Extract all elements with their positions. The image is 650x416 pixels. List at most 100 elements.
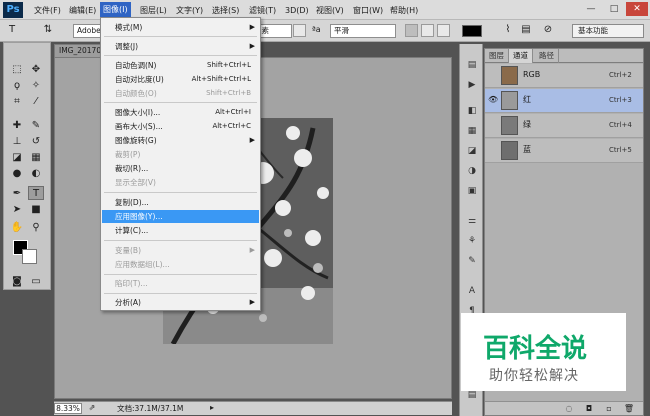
text-orientation-icon[interactable]: ⇅ — [40, 23, 56, 37]
menu-item-analysis[interactable]: 分析(A) ▶ — [102, 296, 259, 309]
marquee-tool-icon[interactable]: ⬚ — [9, 63, 25, 77]
close-button[interactable]: ✕ — [626, 2, 648, 16]
menu-item-calculations[interactable]: 计算(C)... — [102, 224, 259, 237]
new-channel-icon[interactable]: ▫ — [601, 402, 617, 415]
crop-tool-icon[interactable]: ⌗ — [9, 95, 25, 109]
export-icon[interactable]: ⇗ — [84, 402, 100, 414]
dodge-tool-icon[interactable]: ◐ — [28, 167, 44, 181]
zoom-field[interactable]: 8.33% — [54, 403, 82, 414]
eyedropper-tool-icon[interactable]: ⁄ — [28, 95, 44, 109]
menu-item-variables[interactable]: 变量(B) ▶ — [102, 244, 259, 257]
brush-panel-icon[interactable]: ✎ — [464, 254, 480, 268]
menu-edit[interactable]: 编辑(E) — [66, 3, 99, 18]
quick-mask-icon[interactable]: ◙ — [9, 275, 25, 289]
color-panel-icon[interactable]: ◧ — [464, 104, 480, 118]
menu-item-apply-image[interactable]: 应用图像(Y)... — [102, 210, 259, 223]
workspace-select[interactable]: 基本功能 — [572, 24, 644, 38]
type-tool-icon[interactable]: T — [4, 23, 20, 37]
submenu-arrow-icon: ▶ — [249, 23, 255, 31]
channel-row-red[interactable]: 👁 红 Ctrl+3 — [485, 89, 643, 113]
menu-select[interactable]: 选择(S) — [209, 3, 242, 18]
menu-item-reveal-all[interactable]: 显示全部(V) — [102, 176, 259, 189]
clone-stamp-tool-icon[interactable]: ⊥ — [9, 135, 25, 149]
swatches-panel-icon[interactable]: ▦ — [464, 124, 480, 138]
gradient-tool-icon[interactable]: ▦ — [28, 151, 44, 165]
align-left-icon[interactable] — [405, 24, 418, 37]
magic-wand-tool-icon[interactable]: ✧ — [28, 79, 44, 93]
menu-layer[interactable]: 图层(L) — [137, 3, 170, 18]
menu-item-image-rotation[interactable]: 图像旋转(G) ▶ — [102, 134, 259, 147]
hand-tool-icon[interactable]: ✋ — [9, 221, 25, 235]
font-family-select[interactable]: Adobe ... — [73, 24, 103, 38]
menu-3d[interactable]: 3D(D) — [282, 3, 312, 18]
brush-tool-icon[interactable]: ✎ — [28, 119, 44, 133]
blur-tool-icon[interactable]: ● — [9, 167, 25, 181]
menu-window[interactable]: 窗口(W) — [350, 3, 386, 18]
clone-source-panel-icon[interactable]: ⚘ — [464, 234, 480, 248]
zoom-tool-icon[interactable]: ⚲ — [28, 221, 44, 235]
align-center-icon[interactable] — [421, 24, 434, 37]
menu-item-auto-contrast[interactable]: 自动对比度(U) Alt+Shift+Ctrl+L — [102, 73, 259, 86]
antialias-icon: ªa — [312, 25, 321, 34]
menu-type[interactable]: 文字(Y) — [173, 3, 206, 18]
channel-row-green[interactable]: 绿 Ctrl+4 — [485, 114, 643, 138]
menu-item-auto-tone[interactable]: 自动色调(N) Shift+Ctrl+L — [102, 59, 259, 72]
menu-image[interactable]: 图像(I) — [100, 2, 131, 18]
history-brush-tool-icon[interactable]: ↺ — [28, 135, 44, 149]
tab-layers[interactable]: 图层 — [485, 49, 509, 63]
channel-row-blue[interactable]: 蓝 Ctrl+5 — [485, 139, 643, 163]
adjustments-panel-icon[interactable]: ◑ — [464, 164, 480, 178]
menu-help[interactable]: 帮助(H) — [387, 3, 421, 18]
tab-channels[interactable]: 通道 — [509, 49, 533, 63]
menu-item-trap[interactable]: 陷印(T)... — [102, 277, 259, 290]
actions-panel-icon[interactable]: ▶ — [464, 78, 480, 92]
menu-view[interactable]: 视图(V) — [313, 3, 347, 18]
character-panel-icon[interactable]: A — [464, 284, 480, 298]
watermark: 百科全说 助你轻松解决 — [461, 313, 626, 391]
menu-filter[interactable]: 滤镜(T) — [246, 3, 279, 18]
background-color-swatch[interactable] — [22, 249, 37, 264]
menu-file[interactable]: 文件(F) — [31, 3, 64, 18]
move-tool-icon[interactable]: ✥ — [28, 63, 44, 77]
menu-item-trim[interactable]: 裁切(R)... — [102, 162, 259, 175]
align-right-icon[interactable] — [437, 24, 450, 37]
history-panel-icon[interactable]: ▤ — [464, 58, 480, 72]
menu-item-canvas-size[interactable]: 画布大小(S)... Alt+Ctrl+C — [102, 120, 259, 133]
menu-item-duplicate[interactable]: 复制(D)... — [102, 196, 259, 209]
maximize-button[interactable]: □ — [603, 2, 625, 16]
font-size-dropdown-icon[interactable] — [293, 24, 306, 37]
menu-item-mode[interactable]: 模式(M) ▶ — [102, 21, 259, 34]
pen-tool-icon[interactable]: ✒ — [9, 187, 25, 201]
status-bar: 8.33% ⇗ 文档:37.1M/37.1M ▸ — [54, 401, 452, 415]
text-color-swatch[interactable] — [462, 25, 482, 37]
document-tab[interactable]: IMG_20170... — [54, 44, 104, 57]
character-panel-icon[interactable]: ▤ — [518, 23, 534, 37]
menu-item-adjustments[interactable]: 调整(J) ▶ — [102, 40, 259, 53]
load-selection-icon[interactable]: ◌ — [561, 402, 577, 415]
channel-row-rgb[interactable]: RGB Ctrl+2 — [485, 64, 643, 88]
brush-preset-panel-icon[interactable]: ⚌ — [464, 214, 480, 228]
warp-text-icon[interactable]: ⌇ — [500, 23, 516, 37]
menu-item-auto-color[interactable]: 自动颜色(O) Shift+Ctrl+B — [102, 87, 259, 100]
cancel-edit-icon[interactable]: ⊘ — [540, 23, 556, 37]
menu-item-image-size[interactable]: 图像大小(I)... Alt+Ctrl+I — [102, 106, 259, 119]
visibility-eye-icon[interactable]: 👁 — [488, 95, 498, 105]
styles-panel-icon[interactable]: ◪ — [464, 144, 480, 158]
screen-mode-icon[interactable]: ▭ — [28, 275, 44, 289]
delete-channel-icon[interactable]: 🗑 — [621, 402, 637, 415]
rectangle-tool-icon[interactable]: ■ — [28, 203, 44, 217]
healing-brush-tool-icon[interactable]: ✚ — [9, 119, 25, 133]
lasso-tool-icon[interactable]: ϙ — [9, 79, 25, 93]
menu-item-apply-data-set[interactable]: 应用数据组(L)... — [102, 258, 259, 271]
minimize-button[interactable]: — — [580, 2, 602, 16]
antialias-select[interactable]: 平滑 — [330, 24, 396, 38]
masks-panel-icon[interactable]: ▣ — [464, 184, 480, 198]
path-selection-tool-icon[interactable]: ➤ — [9, 203, 25, 217]
channel-thumbnail — [501, 116, 518, 135]
eraser-tool-icon[interactable]: ◪ — [9, 151, 25, 165]
status-arrow-icon[interactable]: ▸ — [204, 402, 220, 414]
type-tool-icon[interactable]: T — [28, 186, 44, 200]
menu-item-crop[interactable]: 裁剪(P) — [102, 148, 259, 161]
tab-paths[interactable]: 路径 — [535, 49, 559, 63]
save-selection-icon[interactable]: ◘ — [581, 402, 597, 415]
